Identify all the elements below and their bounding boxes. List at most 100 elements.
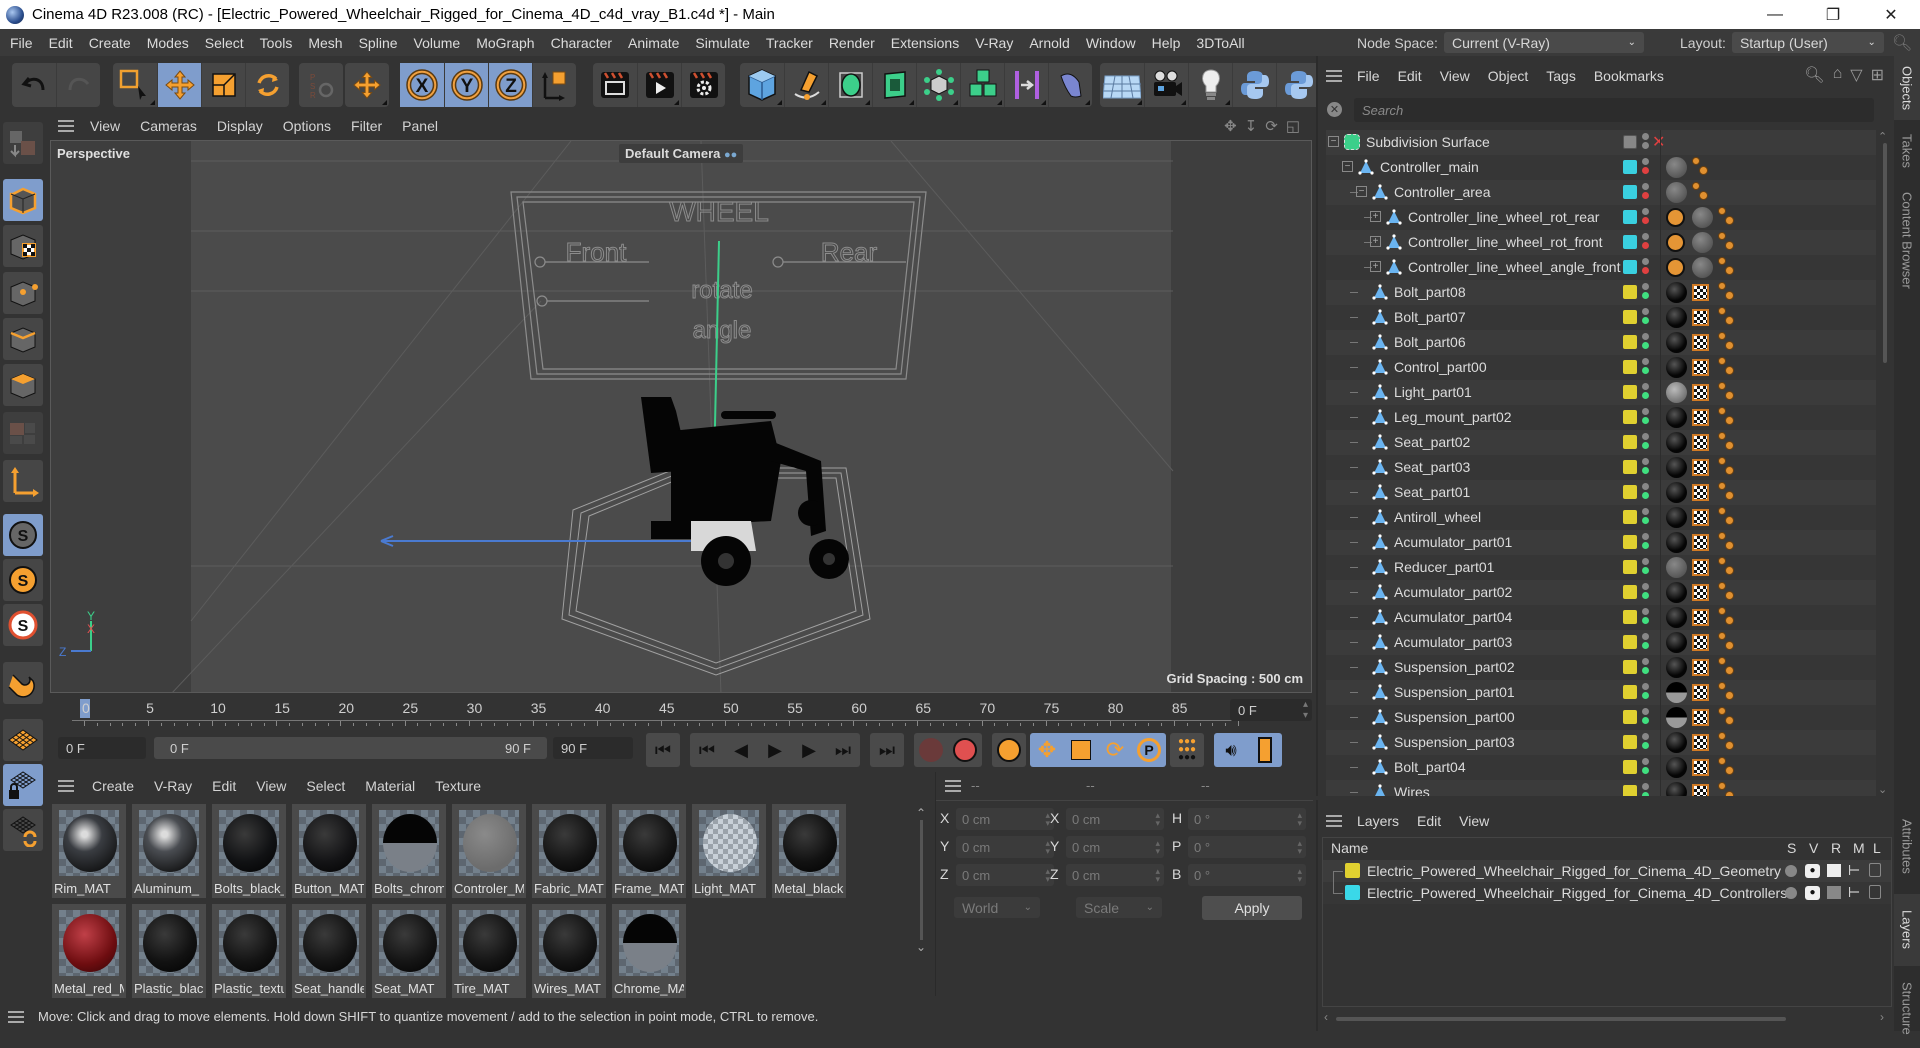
dock-tab-structure[interactable]: Structure — [1894, 968, 1920, 1048]
record-keys-button[interactable] — [914, 733, 948, 767]
xpresso-tag-icon[interactable] — [1718, 482, 1736, 500]
layer-color-swatch[interactable] — [1623, 160, 1637, 174]
previous-frame-button[interactable]: ◀︎ — [724, 733, 758, 767]
visibility-dots[interactable] — [1642, 358, 1650, 376]
layer-color-swatch[interactable] — [1623, 785, 1637, 796]
start-frame-field[interactable]: 0 F — [58, 737, 146, 759]
object-name[interactable]: Suspension_part03 — [1394, 734, 1515, 750]
dock-tab-objects[interactable]: Objects — [1894, 56, 1920, 120]
hamburger-menu-icon[interactable] — [8, 1010, 24, 1023]
hamburger-menu-icon[interactable] — [1326, 815, 1342, 827]
menu-item[interactable]: Select — [197, 35, 252, 51]
menu-item[interactable]: MoGraph — [468, 35, 542, 51]
material-scrollbar[interactable]: ⌃ ⌄ — [916, 806, 926, 961]
xpresso-tag-icon[interactable] — [1718, 257, 1736, 275]
layer-color-swatch[interactable] — [1623, 435, 1637, 449]
python2-button[interactable] — [1276, 63, 1320, 107]
xpresso-tag-icon[interactable] — [1718, 457, 1736, 475]
menu-item[interactable]: Extensions — [883, 35, 967, 51]
material-tag-icon[interactable] — [1666, 457, 1687, 478]
object-name[interactable]: Controller_main — [1380, 159, 1479, 175]
search-icon[interactable]: 🔍︎ — [1892, 33, 1912, 53]
menu-item[interactable]: V-Ray — [967, 35, 1021, 51]
cloner-button[interactable] — [916, 63, 960, 107]
dock-tab-content-browser[interactable]: Content Browser — [1894, 180, 1920, 300]
xpresso-tag-icon[interactable] — [1718, 782, 1736, 796]
object-search-input[interactable]: Search — [1354, 98, 1874, 122]
edges-mode-button[interactable] — [3, 318, 43, 360]
visibility-dots[interactable] — [1642, 533, 1650, 551]
material-swatch[interactable]: Seat_MAT — [372, 904, 446, 998]
material-swatch[interactable]: Light_MAT — [692, 804, 766, 898]
visibility-dots[interactable] — [1642, 708, 1650, 726]
menu-item[interactable]: Arnold — [1021, 35, 1077, 51]
visibility-dots[interactable] — [1642, 308, 1650, 326]
scroll-thumb[interactable] — [1883, 143, 1887, 363]
hamburger-menu-icon[interactable] — [58, 780, 74, 792]
workplane-button[interactable] — [3, 719, 43, 761]
object-row[interactable]: − Subdivision Surface ✕ — [1326, 130, 1876, 155]
disabled-x-icon[interactable]: ✕ — [1652, 132, 1665, 152]
visibility-dots[interactable] — [1642, 258, 1650, 276]
object-name[interactable]: Acumulator_part01 — [1394, 534, 1512, 550]
layer-color-swatch[interactable] — [1623, 185, 1637, 199]
material-tag-icon[interactable] — [1666, 682, 1687, 703]
visibility-dots[interactable] — [1642, 608, 1650, 626]
object-row[interactable]: Leg_mount_part02 — [1326, 405, 1876, 430]
material-tag-icon[interactable] — [1666, 382, 1687, 403]
material-tag-icon[interactable] — [1666, 707, 1687, 728]
coordinate-space-dropdown[interactable]: World ⌄ — [954, 897, 1040, 918]
uvw-tag-icon[interactable] — [1692, 759, 1709, 776]
scroll-up-icon[interactable]: ⌃ — [1878, 130, 1892, 143]
move-dropdown-button[interactable] — [345, 63, 389, 107]
uv-mode-button[interactable] — [3, 412, 43, 454]
psr-button[interactable]: PSR — [299, 63, 343, 107]
uvw-tag-icon[interactable] — [1692, 559, 1709, 576]
layer-color-swatch[interactable] — [1623, 610, 1637, 624]
object-name[interactable]: Controller_line_wheel_rot_rear — [1408, 209, 1599, 225]
solo-toggle-icon[interactable] — [1785, 887, 1797, 899]
z-axis-lock-button[interactable]: Z — [488, 63, 532, 107]
collapse-icon[interactable]: − — [1328, 136, 1339, 147]
material-menu-item[interactable]: Select — [296, 778, 355, 794]
model-mode-button[interactable] — [3, 179, 43, 221]
material-tag-icon[interactable] — [1666, 307, 1687, 328]
size-field[interactable]: 0 cm ▴ ▾ — [1066, 836, 1164, 858]
xpresso-tag-icon[interactable] — [1718, 732, 1736, 750]
next-frame-button[interactable]: ▶︎ — [792, 733, 826, 767]
uvw-tag-icon[interactable] — [1692, 334, 1709, 351]
visibility-dots[interactable] — [1642, 633, 1650, 651]
dock-tab-attributes[interactable]: Attributes — [1894, 801, 1920, 891]
redo-button[interactable] — [56, 63, 100, 107]
viewport-menu-item[interactable]: Options — [273, 118, 341, 134]
deformer-button[interactable] — [1004, 63, 1048, 107]
object-row[interactable]: Acumulator_part04 — [1326, 605, 1876, 630]
solo-toggle-icon[interactable] — [1785, 865, 1797, 877]
coordinate-mode-dropdown[interactable]: Scale ⌄ — [1076, 897, 1162, 918]
viewport-camera-label[interactable]: Default Camera ●● — [619, 144, 744, 163]
play-button[interactable]: ▶︎ — [758, 733, 792, 767]
xpresso-tag-icon[interactable] — [1718, 682, 1736, 700]
uvw-tag-icon[interactable] — [1692, 284, 1709, 301]
visibility-dots[interactable] — [1642, 558, 1650, 576]
visibility-dots[interactable] — [1642, 783, 1650, 796]
render-settings-button[interactable] — [681, 63, 725, 107]
material-swatch[interactable]: Tire_MAT — [452, 904, 526, 998]
layer-color-swatch[interactable] — [1623, 760, 1637, 774]
eye-icon[interactable]: ● — [1805, 886, 1820, 900]
layer-column-header[interactable]: M — [1853, 840, 1865, 856]
uvw-tag-icon[interactable] — [1692, 359, 1709, 376]
dock-tab-layers[interactable]: Layers — [1894, 894, 1920, 966]
object-name[interactable]: Wires — [1394, 784, 1430, 796]
layer-name[interactable]: Electric_Powered_Wheelchair_Rigged_for_C… — [1367, 863, 1781, 879]
object-row[interactable]: Bolt_part07 — [1326, 305, 1876, 330]
light-button[interactable] — [1188, 63, 1232, 107]
xpresso-tag-icon[interactable] — [1718, 307, 1736, 325]
next-key-button[interactable]: ⏭︎ — [826, 733, 860, 767]
material-tag-icon[interactable] — [1666, 182, 1687, 203]
menu-item[interactable]: Tracker — [758, 35, 821, 51]
visibility-dots[interactable] — [1642, 433, 1650, 451]
object-row[interactable]: Suspension_part00 — [1326, 705, 1876, 730]
layer-menu-item[interactable]: Layers — [1348, 813, 1408, 829]
material-swatch[interactable]: Chrome_MA — [612, 904, 686, 998]
